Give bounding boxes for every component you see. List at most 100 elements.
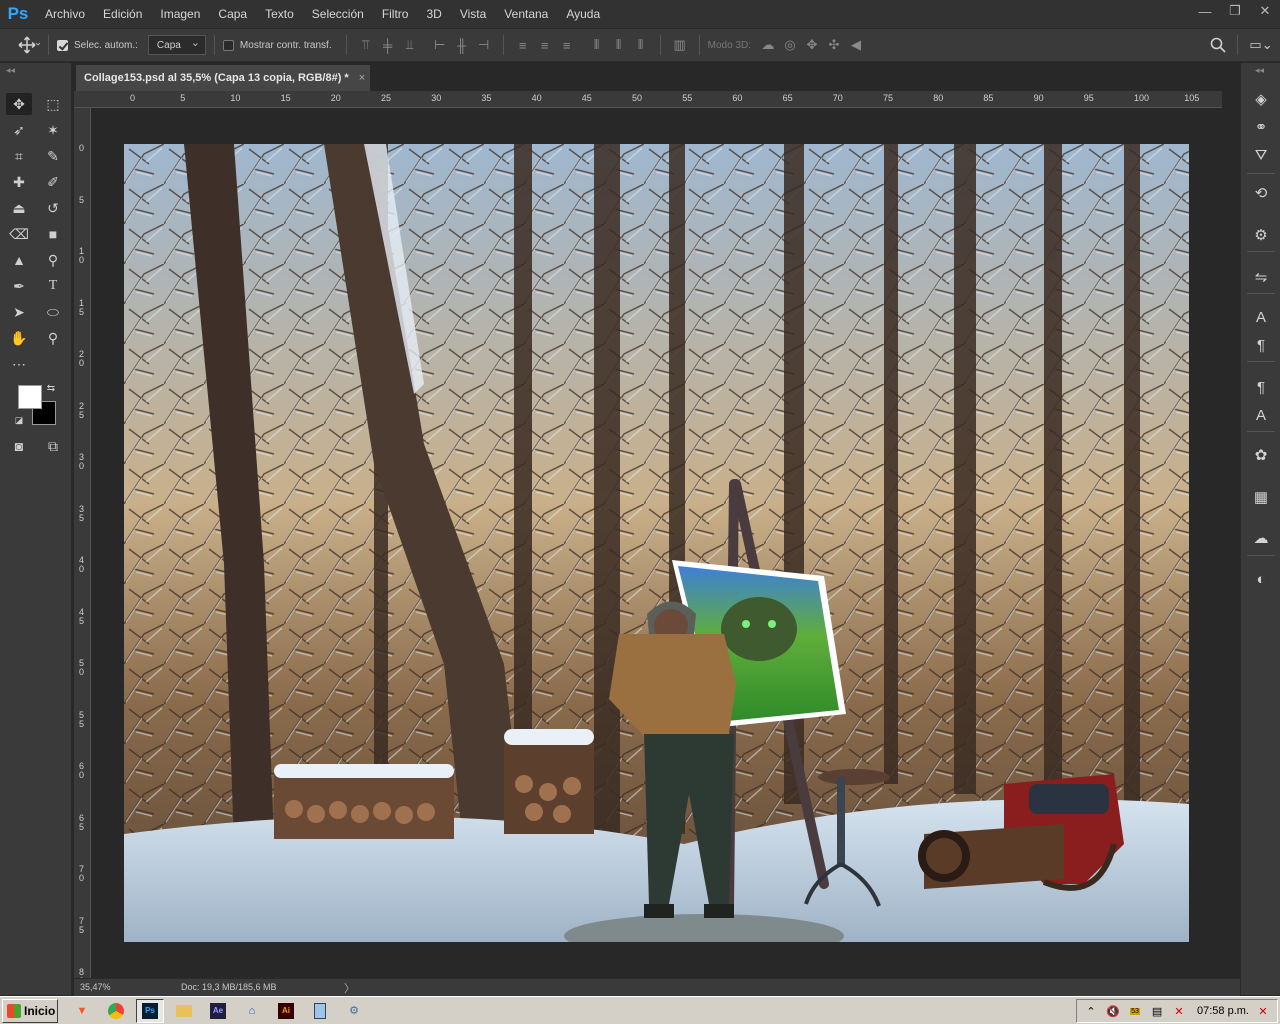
menu-filtro[interactable]: Filtro bbox=[373, 0, 418, 28]
align-hcenter-icon[interactable]: ╫ bbox=[451, 35, 473, 55]
file-explorer-icon[interactable] bbox=[170, 999, 198, 1023]
app-tray-icon[interactable]: 53 bbox=[1127, 1003, 1143, 1019]
pen-icon[interactable]: ✒ bbox=[6, 275, 32, 297]
zoom-icon[interactable]: ⚲ bbox=[40, 327, 66, 349]
hand-icon[interactable]: ✋ bbox=[6, 327, 32, 349]
distribute-hcenter-icon[interactable]: ⦀ bbox=[608, 35, 630, 55]
grid-icon[interactable]: ▦ bbox=[1249, 485, 1273, 509]
restore-button[interactable]: ❐ bbox=[1220, 0, 1250, 22]
foreground-color-swatch[interactable] bbox=[18, 385, 42, 409]
network-icon[interactable]: ▤ bbox=[1149, 1003, 1165, 1019]
menu-archivo[interactable]: Archivo bbox=[36, 0, 94, 28]
action-center-error-icon[interactable]: ✕ bbox=[1255, 1003, 1271, 1019]
history-icon[interactable]: ⟲ bbox=[1249, 181, 1273, 205]
character-icon[interactable]: A bbox=[1249, 305, 1273, 329]
search-icon[interactable] bbox=[1207, 35, 1229, 55]
quick-mask-icon[interactable]: ◙ bbox=[6, 435, 32, 457]
status-menu-arrow-icon[interactable]: 〉 bbox=[344, 980, 355, 996]
align-bottom-icon[interactable]: ⫫ bbox=[399, 35, 421, 55]
move-tool-icon[interactable]: ✥ bbox=[6, 93, 32, 115]
align-right-icon[interactable]: ⊣ bbox=[473, 35, 495, 55]
menu-3d[interactable]: 3D bbox=[417, 0, 450, 28]
auto-select-checkbox[interactable] bbox=[57, 39, 68, 51]
illustrator-icon[interactable]: Ai bbox=[272, 999, 300, 1023]
path-select-icon[interactable]: ➤ bbox=[6, 301, 32, 323]
scale-3d-icon[interactable]: ◀ bbox=[845, 35, 867, 55]
distribute-top-icon[interactable]: ≡ bbox=[512, 35, 534, 55]
history-brush-icon[interactable]: ↺ bbox=[40, 197, 66, 219]
healing-icon[interactable]: ✚ bbox=[6, 171, 32, 193]
photoshop-taskbar-icon[interactable]: Ps bbox=[136, 998, 164, 1023]
eraser-icon[interactable]: ⌫ bbox=[6, 223, 32, 245]
menu-edicion[interactable]: Edición bbox=[94, 0, 151, 28]
character-styles-icon[interactable]: A bbox=[1249, 403, 1273, 427]
stamp-icon[interactable]: ⏏ bbox=[6, 197, 32, 219]
menu-texto[interactable]: Texto bbox=[256, 0, 303, 28]
show-transform-checkbox[interactable] bbox=[222, 39, 234, 51]
auto-align-icon[interactable]: ▥ bbox=[669, 35, 691, 55]
canvas-area[interactable] bbox=[91, 108, 1222, 978]
close-tab-icon[interactable]: × bbox=[359, 72, 365, 84]
speaker-muted-icon[interactable]: 🔇 bbox=[1105, 1003, 1121, 1019]
menu-ventana[interactable]: Ventana bbox=[495, 0, 557, 28]
document-artwork[interactable] bbox=[124, 144, 1189, 942]
magic-wand-icon[interactable]: ✶ bbox=[40, 119, 66, 141]
eyedropper-icon[interactable]: ✎ bbox=[40, 145, 66, 167]
ellipse-icon[interactable]: ⬭ bbox=[40, 301, 66, 323]
lasso-icon[interactable]: ➶ bbox=[6, 119, 32, 141]
distribute-right-icon[interactable]: ⦀ bbox=[630, 35, 652, 55]
notification-error-icon[interactable]: ✕ bbox=[1171, 1003, 1187, 1019]
align-top-icon[interactable]: ⫪ bbox=[355, 35, 377, 55]
distribute-vcenter-icon[interactable]: ≡ bbox=[534, 35, 556, 55]
screen-mode-icon[interactable]: ⧉ bbox=[40, 435, 66, 457]
drag-3d-icon[interactable]: ✥ bbox=[801, 35, 823, 55]
collapse-toolbar-icon[interactable]: ◂◂ bbox=[6, 65, 15, 76]
chrome-icon[interactable] bbox=[102, 999, 130, 1023]
align-left-icon[interactable]: ⊢ bbox=[429, 35, 451, 55]
menu-vista[interactable]: Vista bbox=[451, 0, 495, 28]
close-window-button[interactable]: ✕ bbox=[1250, 0, 1280, 22]
gradient-icon[interactable]: ■ bbox=[40, 223, 66, 245]
more-tools-icon[interactable]: ⋯ bbox=[6, 353, 32, 375]
properties-icon[interactable]: ⚙ bbox=[1249, 223, 1273, 247]
swatches-icon[interactable]: ✿ bbox=[1249, 443, 1273, 467]
move-tool-preset[interactable] bbox=[18, 36, 40, 54]
align-vcenter-icon[interactable]: ╪ bbox=[377, 35, 399, 55]
document-tab[interactable]: Collage153.psd al 35,5% (Capa 13 copia, … bbox=[76, 65, 370, 91]
minimize-button[interactable]: — bbox=[1190, 0, 1220, 22]
default-colors-icon[interactable]: ◪ bbox=[12, 413, 26, 427]
menu-seleccion[interactable]: Selección bbox=[303, 0, 373, 28]
libraries-icon[interactable]: ☁ bbox=[1249, 526, 1273, 550]
menu-capa[interactable]: Capa bbox=[209, 0, 256, 28]
show-transform-option[interactable]: Mostrar contr. transf. bbox=[222, 39, 332, 51]
styles-icon[interactable]: ◐ bbox=[1249, 567, 1273, 591]
paragraph-styles-icon[interactable]: ¶ bbox=[1249, 375, 1273, 399]
auto-select-dropdown[interactable]: Capa bbox=[147, 35, 206, 55]
crop-icon[interactable]: ⌗ bbox=[6, 145, 32, 167]
blur-icon[interactable]: ▲ bbox=[6, 249, 32, 271]
notepad-icon[interactable] bbox=[306, 999, 334, 1023]
distribute-left-icon[interactable]: ⦀ bbox=[586, 35, 608, 55]
start-button[interactable]: Inicio bbox=[2, 998, 58, 1023]
brush-icon[interactable]: ✐ bbox=[40, 171, 66, 193]
marquee-icon[interactable]: ⬚ bbox=[40, 93, 66, 115]
orbit-3d-icon[interactable]: ☁ bbox=[757, 35, 779, 55]
auto-select-option[interactable]: Selec. autom.: bbox=[57, 39, 138, 51]
swap-colors-icon[interactable]: ⇆ bbox=[44, 381, 58, 395]
menu-imagen[interactable]: Imagen bbox=[151, 0, 209, 28]
slide-3d-icon[interactable]: ✣ bbox=[823, 35, 845, 55]
brave-browser-icon[interactable]: ▼ bbox=[68, 999, 96, 1023]
channels-icon[interactable]: ⚭ bbox=[1249, 115, 1273, 139]
layers-icon[interactable]: ◈ bbox=[1249, 87, 1273, 111]
adjustments-icon[interactable]: ⇋ bbox=[1249, 265, 1273, 289]
dodge-icon[interactable]: ⚲ bbox=[40, 249, 66, 271]
paragraph-icon[interactable]: ¶ bbox=[1249, 333, 1273, 357]
expand-panels-icon[interactable]: ◂◂ bbox=[1255, 65, 1264, 76]
zoom-readout[interactable]: 35,47% bbox=[80, 982, 111, 992]
after-effects-icon[interactable]: Ae bbox=[204, 999, 232, 1023]
workspace-icon[interactable]: ▭⌄ bbox=[1246, 35, 1276, 55]
roll-3d-icon[interactable]: ◎ bbox=[779, 35, 801, 55]
type-icon[interactable]: T bbox=[40, 275, 66, 297]
distribute-bottom-icon[interactable]: ≡ bbox=[556, 35, 578, 55]
tray-expand-icon[interactable]: ⌃ bbox=[1083, 1003, 1099, 1019]
